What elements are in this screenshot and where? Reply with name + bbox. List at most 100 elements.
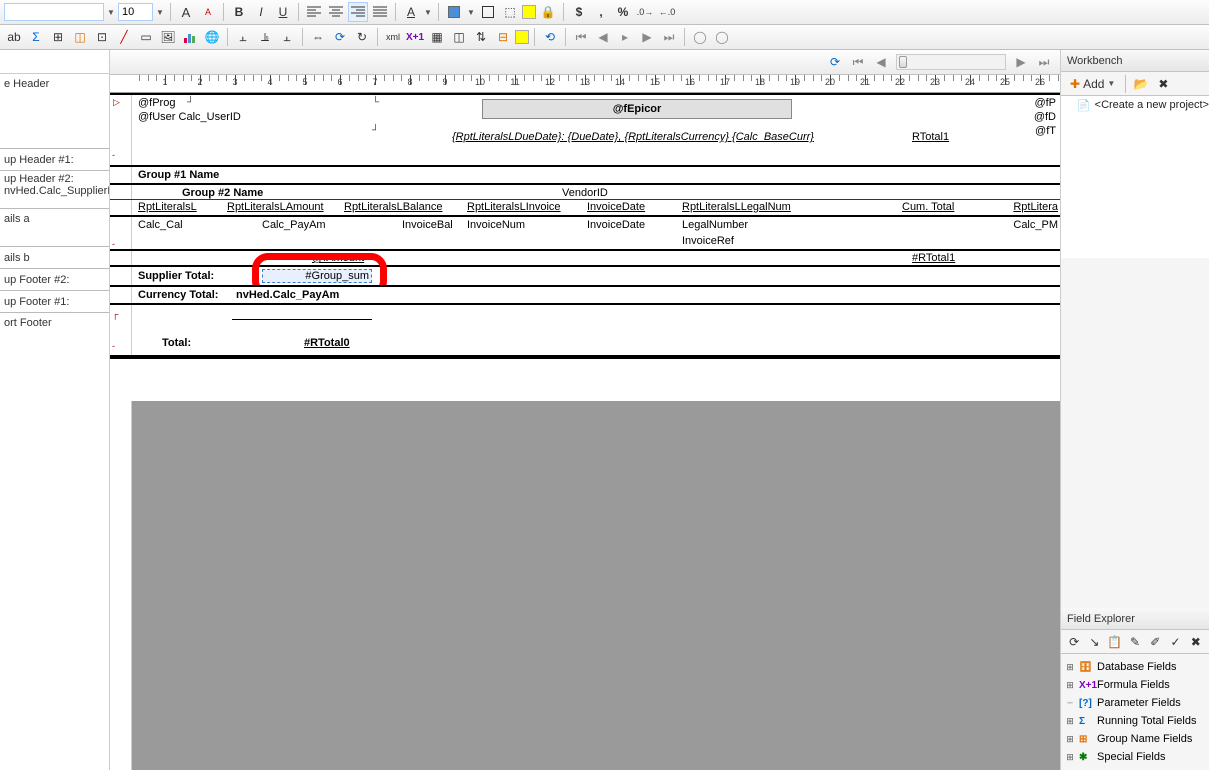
- band-page-header[interactable]: ▷ - @fProg @fUser Calc_UserID @fEpicor @…: [110, 93, 1060, 167]
- col-cumtotal[interactable]: Cum. Total: [902, 201, 954, 213]
- field-group1-name[interactable]: Group #1 Name: [138, 169, 219, 181]
- fe-node-gn[interactable]: ⊞⊞Group Name Fields: [1063, 730, 1207, 748]
- fe-node-rt[interactable]: ⊞ΣRunning Total Fields: [1063, 712, 1207, 730]
- expand-icon[interactable]: ⊞: [1065, 734, 1075, 745]
- field-rptliterals[interactable]: {RptLiteralsLDueDate}: {DueDate}, {RptLi…: [452, 131, 814, 143]
- col-invdate[interactable]: InvoiceDate: [587, 201, 645, 213]
- col-balance[interactable]: RptLiteralsLBalance: [344, 201, 442, 213]
- workbench-open-icon[interactable]: 📂: [1131, 74, 1151, 94]
- fld-invbal[interactable]: InvoiceBal: [402, 219, 453, 231]
- insert-chart-icon[interactable]: [180, 27, 200, 47]
- fld-group-sum[interactable]: #Group_sum: [262, 269, 372, 283]
- increase-decimal-icon[interactable]: .0→: [635, 2, 655, 22]
- underline-icon[interactable]: U: [273, 2, 293, 22]
- xml-icon[interactable]: xml: [383, 27, 403, 47]
- nav-forward-icon[interactable]: ◯: [712, 27, 732, 47]
- nav-back-icon[interactable]: ◯: [690, 27, 710, 47]
- field-vendorid[interactable]: VendorID: [562, 187, 608, 199]
- group-expert-icon[interactable]: ⊟: [493, 27, 513, 47]
- section-page-header[interactable]: e Header: [0, 74, 109, 148]
- section-group-header-2[interactable]: up Header #2: nvHed.Calc_SupplierNa: [0, 170, 109, 208]
- refresh-icon[interactable]: ⟳: [330, 27, 350, 47]
- insert-olap-icon[interactable]: ◫: [70, 27, 90, 47]
- fld-invdate[interactable]: InvoiceDate: [587, 219, 645, 231]
- select-expert-icon[interactable]: ▦: [427, 27, 447, 47]
- fld-legalnum[interactable]: LegalNumber: [682, 219, 748, 231]
- rotate-icon[interactable]: ↻: [352, 27, 372, 47]
- currency-icon[interactable]: $: [569, 2, 589, 22]
- fld-rtotal1[interactable]: #RTotal1: [912, 252, 955, 264]
- section-details-b[interactable]: ails b: [0, 246, 109, 268]
- border-icon[interactable]: [478, 2, 498, 22]
- fld-famount[interactable]: @fAmount: [312, 252, 364, 264]
- nav-current-icon[interactable]: ▸: [615, 27, 635, 47]
- bold-icon[interactable]: B: [229, 2, 249, 22]
- fill-color-icon[interactable]: [444, 2, 464, 22]
- font-color-dd[interactable]: ▼: [423, 8, 433, 17]
- section-group-footer-2[interactable]: up Footer #2:: [0, 268, 109, 290]
- insert-crosstab-icon[interactable]: ⊡: [92, 27, 112, 47]
- page-first-icon[interactable]: ⏮: [848, 52, 868, 72]
- fill-color-dd[interactable]: ▼: [466, 8, 476, 17]
- expand-icon[interactable]: ⊞: [1065, 752, 1075, 763]
- highlight-icon[interactable]: [522, 5, 536, 19]
- sort-icon[interactable]: ⇅: [471, 27, 491, 47]
- band-gf1[interactable]: Currency Total: nvHed.Calc_PayAm: [110, 285, 1060, 305]
- fe-browse-icon[interactable]: 📋: [1106, 632, 1124, 652]
- distribute-icon[interactable]: ⇔: [308, 27, 328, 47]
- section-expert-icon[interactable]: ◫: [449, 27, 469, 47]
- refresh-data-icon[interactable]: ⟳: [825, 52, 845, 72]
- col-legalnum[interactable]: RptLiteralsLLegalNum: [682, 201, 791, 213]
- fld-rtotal0[interactable]: #RTotal0: [304, 337, 350, 349]
- fe-refresh-icon[interactable]: ⟳: [1065, 632, 1083, 652]
- field-ft[interactable]: @fT: [1035, 125, 1056, 137]
- fe-node-sp[interactable]: ⊞✱Special Fields: [1063, 748, 1207, 766]
- fld-currency-total[interactable]: nvHed.Calc_PayAm: [236, 289, 339, 301]
- increase-font-icon[interactable]: A: [176, 2, 196, 22]
- insert-summary-icon[interactable]: Σ: [26, 27, 46, 47]
- insert-line-icon[interactable]: ╱: [114, 27, 134, 47]
- fld-calc-pm[interactable]: Calc_PM: [1013, 219, 1058, 231]
- field-fp[interactable]: @fP: [1034, 97, 1056, 109]
- fe-node-pm[interactable]: ┈[?]Parameter Fields: [1063, 694, 1207, 712]
- page-next-icon[interactable]: ▶: [1011, 52, 1031, 72]
- fld-invnum[interactable]: InvoiceNum: [467, 219, 525, 231]
- section-report-footer[interactable]: ort Footer: [0, 312, 109, 368]
- col-amount[interactable]: RptLiteralsLAmount: [227, 201, 324, 213]
- decrease-decimal-icon[interactable]: ←.0: [657, 2, 677, 22]
- insert-text-icon[interactable]: ab: [4, 27, 24, 47]
- field-fuser[interactable]: @fUser Calc_UserID: [138, 111, 241, 123]
- design-surface[interactable]: ▷ - @fProg @fUser Calc_UserID @fEpicor @…: [110, 93, 1060, 770]
- field-fprog[interactable]: @fProg: [138, 97, 175, 109]
- field-rtotal1[interactable]: RTotal1: [912, 131, 949, 143]
- fe-insert-icon[interactable]: ↘: [1085, 632, 1103, 652]
- field-group2-name[interactable]: Group #2 Name: [182, 187, 263, 199]
- insert-box-icon[interactable]: ▭: [136, 27, 156, 47]
- font-name-dd[interactable]: ▼: [106, 8, 116, 17]
- fe-edit-icon[interactable]: ✐: [1146, 632, 1164, 652]
- thousands-icon[interactable]: ,: [591, 2, 611, 22]
- suppress-icon[interactable]: ⬚: [500, 2, 520, 22]
- lock-format-icon[interactable]: 🔒: [538, 2, 558, 22]
- page-last-icon[interactable]: ⏭: [1034, 52, 1054, 72]
- expand-icon[interactable]: ┈: [1065, 698, 1075, 709]
- fe-node-fx[interactable]: ⊞X+1Formula Fields: [1063, 676, 1207, 694]
- align-center-icon[interactable]: [326, 2, 346, 22]
- section-group-footer-1[interactable]: up Footer #1:: [0, 290, 109, 312]
- workbench-add-button[interactable]: ✚ Add ▼: [1065, 74, 1120, 94]
- field-epicor[interactable]: @fEpicor: [482, 99, 792, 119]
- band-report-footer[interactable]: ┌- Total: #RTotal0: [110, 303, 1060, 357]
- col-rptlit[interactable]: RptLiteralsL: [138, 201, 197, 213]
- nav-prev-icon[interactable]: ◀: [593, 27, 613, 47]
- insert-group-icon[interactable]: ⊞: [48, 27, 68, 47]
- font-size-dd[interactable]: ▼: [155, 8, 165, 17]
- font-name-input[interactable]: [4, 3, 104, 21]
- italic-icon[interactable]: I: [251, 2, 271, 22]
- insert-map-icon[interactable]: 🌐: [202, 27, 222, 47]
- field-fd[interactable]: @fD: [1034, 111, 1056, 123]
- fe-node-db[interactable]: ⊞🗄Database Fields: [1063, 658, 1207, 676]
- align-right-icon[interactable]: [348, 2, 368, 22]
- fld-invref[interactable]: InvoiceRef: [682, 235, 734, 247]
- align-right-obj-icon[interactable]: ⫠: [277, 27, 297, 47]
- align-center-obj-icon[interactable]: ⫡: [255, 27, 275, 47]
